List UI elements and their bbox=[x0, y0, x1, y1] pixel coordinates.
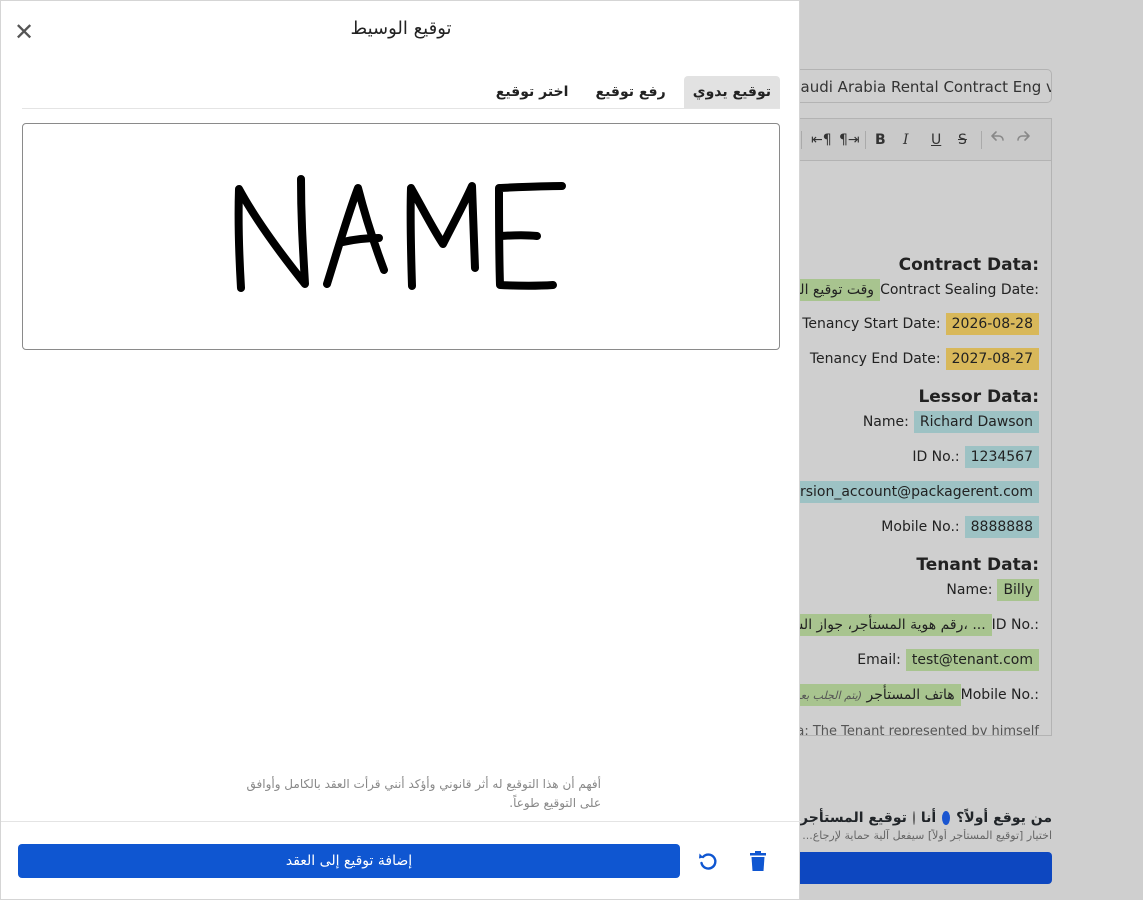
undo-icon[interactable] bbox=[989, 129, 1005, 151]
lessor-mobile-value: 8888888 bbox=[964, 516, 1039, 538]
lessor-mobile-label: Mobile No.: bbox=[881, 519, 960, 535]
template-select[interactable]: Saudi Arabia Rental Contract Eng ver.) bbox=[790, 69, 1052, 103]
lessor-id-row: ID No.: 1234567 bbox=[912, 446, 1039, 468]
tenant-email-label: Email: bbox=[857, 652, 901, 668]
lessor-email-value: trial_version_account@packagerent.com bbox=[791, 481, 1039, 503]
who-first-label: من يوقع أولاً؟ bbox=[956, 810, 1052, 826]
tenant-name-value: Billy bbox=[997, 579, 1039, 601]
legal-consent-text: أفهم أن هذا التوقيع له أثر قانوني وأؤكد … bbox=[246, 777, 601, 810]
who-signs-first: من يوقع أولاً؟ أنا توقيع المستأجر بعد bbox=[790, 806, 1052, 830]
tenant-id-value: رقم هوية المستأجر، جواز السفر، ... bbox=[791, 614, 992, 636]
sealing-date-row: وقت توقيع المستأجر Contract Sealing Date… bbox=[791, 279, 1039, 301]
start-date-value: 2026-08-28 bbox=[945, 313, 1039, 335]
tenant-email-row: Email: test@tenant.com bbox=[857, 649, 1039, 671]
contract-data-heading: Contract Data: bbox=[898, 255, 1039, 275]
strikethrough-button[interactable]: S bbox=[958, 129, 967, 151]
radio-me-label[interactable]: أنا bbox=[921, 810, 936, 826]
tenant-mobile-value: هاتف المستأجر (يتم الجلب بعد...) bbox=[791, 684, 961, 706]
tenant-data-heading: Tenant Data: bbox=[916, 555, 1039, 575]
underline-button[interactable]: U bbox=[931, 129, 941, 151]
sealing-date-label: Contract Sealing Date: bbox=[880, 282, 1039, 298]
sealing-date-value: وقت توقيع المستأجر bbox=[791, 279, 881, 301]
contract-document: Contract Data: وقت توقيع المستأجر Contra… bbox=[791, 161, 1051, 736]
lessor-data-heading: Lessor Data: bbox=[918, 387, 1039, 407]
tab-choose-signature[interactable]: اختر توقيع bbox=[487, 76, 578, 108]
radio-tenant-label[interactable]: توقيع المستأجر بعد bbox=[790, 810, 907, 826]
toolbar-separator bbox=[801, 131, 802, 149]
modal-title: توقيع الوسيط bbox=[350, 18, 452, 39]
end-date-row: Tenancy End Date: 2027-08-27 bbox=[810, 348, 1039, 370]
handwritten-signature bbox=[234, 175, 566, 292]
italic-button[interactable]: I bbox=[903, 129, 909, 151]
tenant-name-row: Name: Billy bbox=[946, 579, 1039, 601]
tab-draw-signature[interactable]: توقيع يدوي bbox=[683, 76, 780, 108]
trash-icon[interactable] bbox=[746, 849, 770, 873]
footer-divider bbox=[1, 821, 801, 822]
tenant-name-label: Name: bbox=[946, 582, 993, 598]
lessor-name-value: Richard Dawson bbox=[913, 411, 1039, 433]
tenant-id-row: رقم هوية المستأجر، جواز السفر، ... ID No… bbox=[791, 614, 1039, 636]
reset-icon[interactable] bbox=[696, 849, 720, 873]
contract-editor[interactable]: ⇤¶ ¶⇥ B I U S Contract Data: وقت توقيع ا… bbox=[790, 118, 1052, 736]
end-date-label: Tenancy End Date: bbox=[809, 351, 941, 367]
tab-upload-signature[interactable]: رفع توقيع bbox=[587, 76, 675, 108]
bold-button[interactable]: B bbox=[875, 129, 886, 151]
tenant-mobile-label: Mobile No.: bbox=[960, 687, 1039, 703]
signature-tabs: توقيع يدوي رفع توقيع اختر توقيع bbox=[22, 76, 780, 109]
signature-pad[interactable] bbox=[22, 123, 780, 350]
tenant-mobile-row: هاتف المستأجر (يتم الجلب بعد...) Mobile … bbox=[791, 684, 1039, 706]
radio-me[interactable] bbox=[942, 811, 951, 825]
toolbar-separator bbox=[981, 131, 982, 149]
who-first-note: اختيار [توقيع المستأجر أولاً] سيفعل آلية… bbox=[802, 829, 1052, 842]
lessor-name-row: Name: Richard Dawson bbox=[863, 411, 1039, 433]
lessor-id-value: 1234567 bbox=[964, 446, 1039, 468]
tenant-email-value: test@tenant.com bbox=[905, 649, 1039, 671]
ltr-paragraph-icon[interactable]: ⇤¶ bbox=[811, 129, 832, 151]
lessor-name-label: Name: bbox=[862, 414, 909, 430]
redo-icon[interactable] bbox=[1016, 129, 1032, 151]
start-date-row: Tenancy Start Date: 2026-08-28 bbox=[802, 313, 1039, 335]
lessor-mobile-row: Mobile No.: 8888888 bbox=[881, 516, 1039, 538]
tenant-mobile-note: (يتم الجلب بعد...) bbox=[791, 689, 863, 702]
representative-data: Representative Data: The Tenant represen… bbox=[791, 724, 1039, 736]
background-submit-button[interactable] bbox=[790, 852, 1052, 884]
toolbar-separator bbox=[865, 131, 866, 149]
lessor-id-label: ID No.: bbox=[912, 449, 960, 465]
tenant-mobile-text: هاتف المستأجر bbox=[866, 687, 955, 703]
start-date-label: Tenancy Start Date: bbox=[802, 316, 941, 332]
tenant-id-label: ID No.: bbox=[991, 617, 1039, 633]
editor-toolbar: ⇤¶ ¶⇥ B I U S bbox=[791, 119, 1051, 161]
radio-tenant[interactable] bbox=[912, 811, 915, 825]
signature-modal: ✕ توقيع الوسيط توقيع يدوي رفع توقيع اختر… bbox=[0, 0, 801, 900]
lessor-email-row: trial_version_account@packagerent.com bbox=[791, 481, 1039, 503]
end-date-value: 2027-08-27 bbox=[945, 348, 1039, 370]
rtl-paragraph-icon[interactable]: ¶⇥ bbox=[839, 129, 860, 151]
add-signature-button[interactable]: إضافة توقيع إلى العقد bbox=[18, 844, 680, 878]
